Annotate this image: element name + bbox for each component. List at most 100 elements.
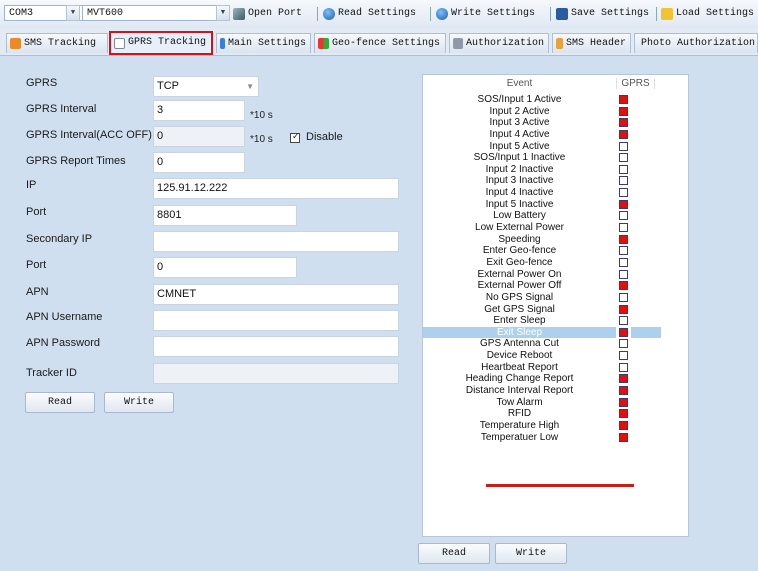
event-row[interactable]: Input 5 Active	[423, 141, 688, 153]
form-write-button[interactable]: Write	[104, 392, 174, 413]
tab-sms-header[interactable]: SMS Header	[552, 33, 631, 53]
gprs-event-checkbox[interactable]	[619, 409, 628, 419]
device-dropdown-arrow[interactable]: ▼	[216, 5, 230, 21]
event-row[interactable]: Input 3 Active	[423, 117, 688, 129]
disable-checkbox[interactable]: ✓	[290, 131, 300, 144]
tab-sms-tracking[interactable]: SMS Tracking	[6, 33, 108, 53]
port-dropdown-arrow[interactable]: ▼	[66, 5, 80, 21]
load-settings-button[interactable]: Load Settings	[661, 6, 754, 22]
event-row[interactable]: Temperature High	[423, 420, 688, 432]
gprs-event-checkbox[interactable]	[619, 397, 628, 407]
secondary-ip-input[interactable]	[153, 231, 399, 252]
gprs-event-checkbox[interactable]	[619, 316, 628, 326]
port-input[interactable]: 8801	[153, 205, 297, 226]
gprs-event-checkbox[interactable]	[619, 199, 628, 209]
gprs-event-checkbox[interactable]	[619, 432, 628, 442]
event-row[interactable]: Enter Sleep	[423, 315, 688, 327]
event-row[interactable]: Exit Geo-fence	[423, 257, 688, 269]
events-read-label: Read	[441, 548, 466, 559]
write-settings-button[interactable]: Write Settings	[436, 6, 535, 22]
save-settings-button[interactable]: Save Settings	[556, 6, 649, 22]
event-row[interactable]: RFID	[423, 408, 688, 420]
gprs-event-checkbox[interactable]	[619, 351, 628, 361]
apn-input[interactable]: CMNET	[153, 284, 399, 305]
gprs-event-checkbox[interactable]	[619, 362, 628, 372]
event-row[interactable]: Input 3 Inactive	[423, 175, 688, 187]
read-settings-button[interactable]: Read Settings	[323, 6, 416, 22]
event-row[interactable]: Enter Geo-fence	[423, 245, 688, 257]
gprs-protocol-select[interactable]: TCP ▼	[153, 76, 259, 97]
gprs-event-checkbox[interactable]	[619, 153, 628, 163]
apn-username-input[interactable]	[153, 310, 399, 331]
tab-photo-authorization[interactable]: Photo Authorization	[634, 33, 758, 53]
gprs-event-checkbox[interactable]	[619, 257, 628, 267]
gprs-event-checkbox[interactable]	[619, 281, 628, 291]
gprs-event-checkbox[interactable]	[619, 176, 628, 186]
gprs-event-checkbox[interactable]	[619, 211, 628, 221]
secondary-port-input[interactable]: 0	[153, 257, 297, 278]
events-read-button[interactable]: Read	[418, 543, 490, 564]
event-row[interactable]: Device Reboot	[423, 350, 688, 362]
event-row[interactable]: SOS/Input 1 Inactive	[423, 152, 688, 164]
gprs-event-checkbox[interactable]	[619, 339, 628, 349]
event-row[interactable]: GPS Antenna Cut	[423, 338, 688, 350]
apn-password-input[interactable]	[153, 336, 399, 357]
event-row[interactable]: Temperatuer Low	[423, 432, 688, 444]
gprs-event-checkbox[interactable]	[619, 188, 628, 198]
gprs-event-checkbox[interactable]	[619, 106, 628, 116]
gprs-event-checkbox[interactable]	[619, 292, 628, 302]
tab-gprs-tracking[interactable]: GPRS Tracking	[109, 31, 213, 55]
folder-icon	[661, 8, 673, 20]
event-name: Speeding	[498, 233, 541, 245]
tab-authorization[interactable]: Authorization	[449, 33, 549, 53]
tab-main-settings[interactable]: Main Settings	[216, 33, 311, 53]
event-name: Input 3 Active	[489, 117, 550, 129]
gprs-interval-input[interactable]: 3	[153, 100, 245, 121]
event-row[interactable]: Heading Change Report	[423, 373, 688, 385]
event-row[interactable]: Input 5 Inactive	[423, 199, 688, 211]
gprs-event-checkbox[interactable]	[619, 141, 628, 151]
event-row[interactable]: Get GPS Signal	[423, 304, 688, 316]
event-row[interactable]: No GPS Signal	[423, 292, 688, 304]
event-row[interactable]: Heartbeat Report	[423, 362, 688, 374]
event-row[interactable]: Tow Alarm	[423, 397, 688, 409]
gprs-event-checkbox[interactable]	[619, 164, 628, 174]
gprs-event-checkbox[interactable]	[619, 420, 628, 430]
event-row[interactable]: Input 4 Active	[423, 129, 688, 141]
event-row[interactable]: Input 2 Active	[423, 106, 688, 118]
event-row[interactable]: External Power Off	[423, 280, 688, 292]
gprs-report-times-input[interactable]: 0	[153, 152, 245, 173]
event-row[interactable]: Distance Interval Report	[423, 385, 688, 397]
event-row[interactable]: Input 2 Inactive	[423, 164, 688, 176]
gprs-interval-acc-off-value: 0	[157, 130, 164, 142]
form-read-button[interactable]: Read	[25, 392, 95, 413]
event-row[interactable]: External Power On	[423, 269, 688, 281]
gprs-event-checkbox[interactable]	[619, 118, 628, 128]
tracker-id-input[interactable]	[153, 363, 399, 384]
gprs-event-checkbox[interactable]	[619, 223, 628, 233]
event-name: Input 2 Active	[489, 105, 550, 117]
device-select[interactable]: MVT600	[82, 5, 224, 21]
ip-input[interactable]: 125.91.12.222	[153, 178, 399, 199]
event-row[interactable]: SOS/Input 1 Active	[423, 94, 688, 106]
events-write-button[interactable]: Write	[495, 543, 567, 564]
event-row[interactable]: Low External Power	[423, 222, 688, 234]
gprs-event-checkbox[interactable]	[619, 386, 628, 396]
gprs-event-checkbox[interactable]	[619, 95, 628, 104]
gprs-event-checkbox[interactable]	[619, 129, 628, 139]
tab-geo-fence-settings[interactable]: Geo-fence Settings	[314, 33, 446, 53]
event-row[interactable]: Exit Sleep	[423, 326, 688, 339]
event-name: Temperature High	[479, 419, 560, 431]
gprs-event-checkbox[interactable]	[619, 246, 628, 256]
event-row[interactable]: Speeding	[423, 234, 688, 246]
gprs-event-checkbox[interactable]	[619, 269, 628, 279]
secondary-port-value: 0	[157, 261, 164, 273]
gprs-event-checkbox[interactable]	[619, 234, 628, 244]
gprs-event-checkbox[interactable]	[619, 304, 628, 314]
event-row[interactable]: Low Battery	[423, 210, 688, 222]
open-port-button[interactable]: Open Port	[233, 6, 302, 22]
gprs-interval-acc-off-input[interactable]: 0	[153, 126, 245, 147]
event-row[interactable]: Input 4 Inactive	[423, 187, 688, 199]
gprs-event-checkbox[interactable]	[619, 374, 628, 384]
gprs-event-checkbox[interactable]	[619, 327, 628, 337]
